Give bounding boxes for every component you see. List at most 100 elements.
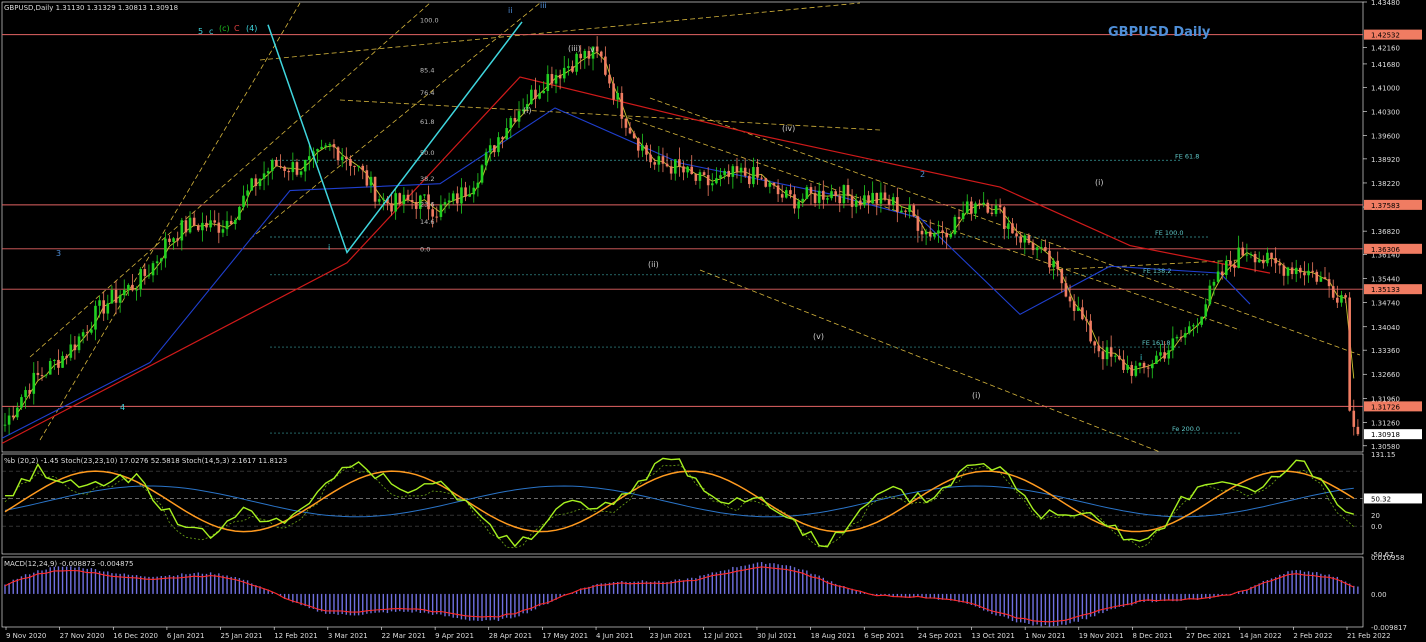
date-axis: 9 Nov 2020 27 Nov 2020 16 Dec 2020 6 Jan 20… bbox=[5, 627, 1391, 640]
candle-body bbox=[476, 182, 480, 188]
candle-body bbox=[139, 269, 142, 290]
candle-body bbox=[57, 359, 60, 368]
candle-body bbox=[1122, 359, 1125, 370]
candle-body bbox=[1319, 277, 1323, 282]
wave-label: (iii) bbox=[568, 44, 581, 53]
candle-body bbox=[7, 415, 11, 425]
wave-label: i bbox=[1140, 353, 1142, 362]
candle-body bbox=[1118, 355, 1121, 360]
candle-body bbox=[135, 289, 138, 291]
candle-body bbox=[369, 176, 373, 186]
candle-body bbox=[155, 261, 159, 264]
candle-body bbox=[612, 83, 615, 100]
candle-body bbox=[53, 359, 56, 362]
candle-body bbox=[447, 200, 451, 203]
candle-body bbox=[941, 230, 944, 233]
candle-body bbox=[682, 166, 685, 173]
candle-body bbox=[1245, 254, 1249, 256]
date-axis-label: 25 Jan 2021 bbox=[221, 632, 263, 640]
candle-body bbox=[562, 67, 566, 79]
candle-body bbox=[1200, 316, 1203, 325]
price-axis-tick-label: 1.35440 bbox=[1371, 276, 1400, 284]
candle-body bbox=[937, 230, 940, 234]
price-axis-tick-label: 1.38920 bbox=[1371, 156, 1400, 164]
trading-chart[interactable]: FE 61.8 FE 100.0 FE 138.2 FE 161.8 Fe 200.0 1… bbox=[0, 0, 1426, 642]
date-axis-label: 18 Aug 2021 bbox=[811, 632, 856, 640]
price-axis-tick-label: 1.43480 bbox=[1371, 0, 1400, 7]
candle-body bbox=[599, 51, 603, 57]
candle-body bbox=[772, 182, 776, 186]
candle-body bbox=[583, 50, 587, 59]
fibonacci-label: FE 138.2 bbox=[1143, 267, 1172, 275]
candle-body bbox=[423, 194, 426, 196]
candle-body bbox=[702, 172, 706, 176]
candle-body bbox=[1109, 347, 1113, 357]
wave-label: (iv) bbox=[782, 124, 795, 133]
date-axis-label: 3 Mar 2021 bbox=[328, 632, 368, 640]
candle-body bbox=[377, 199, 381, 202]
candle-body bbox=[908, 205, 911, 212]
macd-axis-label: 0.00 bbox=[1371, 591, 1387, 599]
candle-body bbox=[229, 220, 233, 225]
wave-label: v bbox=[590, 45, 595, 54]
wave-label: (i) bbox=[972, 391, 980, 400]
candle-body bbox=[760, 177, 763, 179]
candle-body bbox=[1253, 253, 1257, 263]
candle-body bbox=[1204, 304, 1208, 317]
candle-body bbox=[1085, 319, 1088, 321]
candle-body bbox=[764, 178, 768, 187]
candle-body bbox=[176, 238, 180, 241]
candle-body bbox=[279, 166, 282, 168]
candle-body bbox=[694, 174, 698, 181]
macd-axis: 0.010958 0.00 -0.009817 bbox=[1371, 554, 1407, 632]
candle-body bbox=[254, 178, 258, 187]
price-pane[interactable]: FE 61.8 FE 100.0 FE 138.2 FE 161.8 Fe 200.0 1… bbox=[1, 0, 1422, 453]
date-axis-label: 21 Feb 2022 bbox=[1347, 632, 1391, 640]
candle-body bbox=[933, 233, 936, 237]
candle-body bbox=[398, 193, 402, 204]
candle-body bbox=[641, 145, 644, 151]
retracement-label: 50.0 bbox=[420, 149, 434, 157]
candle-body bbox=[382, 198, 385, 200]
candle-body bbox=[1023, 235, 1027, 243]
candle-body bbox=[316, 149, 319, 152]
price-axis-tick-label: 1.36820 bbox=[1371, 228, 1400, 236]
candle-body bbox=[365, 170, 369, 186]
candle-body bbox=[1101, 351, 1105, 360]
price-axis-tick-label: 1.41680 bbox=[1371, 61, 1400, 69]
candle-body bbox=[1274, 257, 1277, 264]
candle-body bbox=[439, 204, 443, 217]
date-axis-label: 23 Jun 2021 bbox=[650, 632, 692, 640]
macd-pane-header: MACD(12,24,9) -0.008873 -0.004875 bbox=[4, 560, 133, 568]
candle-body bbox=[928, 231, 932, 237]
date-axis-label: 6 Jan 2021 bbox=[167, 632, 205, 640]
macd-pane[interactable]: 0.010958 0.00 -0.009817 MACD(12,24,9) -0.0… bbox=[1, 554, 1407, 632]
candle-body bbox=[575, 53, 578, 72]
candle-body bbox=[805, 187, 809, 199]
stochastic-axis-label: 20 bbox=[1371, 512, 1380, 520]
candle-body bbox=[307, 156, 311, 160]
stochastic-axis: 131.1550.320.020-50.67 bbox=[1364, 451, 1422, 559]
candle-body bbox=[1229, 260, 1232, 265]
candle-body bbox=[879, 192, 883, 204]
candle-body bbox=[797, 201, 800, 209]
date-axis-label: 28 Apr 2021 bbox=[489, 632, 532, 640]
candle-body bbox=[690, 166, 694, 175]
candle-body bbox=[332, 144, 336, 148]
candle-body bbox=[217, 222, 221, 233]
date-axis-label: 27 Nov 2020 bbox=[60, 632, 105, 640]
candle-body bbox=[785, 190, 788, 198]
candle-body bbox=[789, 190, 792, 195]
candle-body bbox=[94, 305, 97, 330]
candle-body bbox=[801, 198, 805, 202]
retracement-label: 0.0 bbox=[420, 245, 430, 253]
candle-body bbox=[20, 397, 23, 408]
candle-body bbox=[871, 192, 874, 204]
candle-body bbox=[632, 133, 636, 139]
stochastic-slow-line bbox=[4, 485, 1354, 518]
retracement-label: 23.6 bbox=[420, 201, 434, 209]
retracement-label: 61.8 bbox=[420, 118, 434, 126]
stochastic-pane[interactable]: 131.1550.320.020-50.67 %b (20,2) -1.45 S… bbox=[1, 451, 1422, 559]
candle-body bbox=[131, 284, 134, 291]
candle-body bbox=[291, 162, 295, 173]
